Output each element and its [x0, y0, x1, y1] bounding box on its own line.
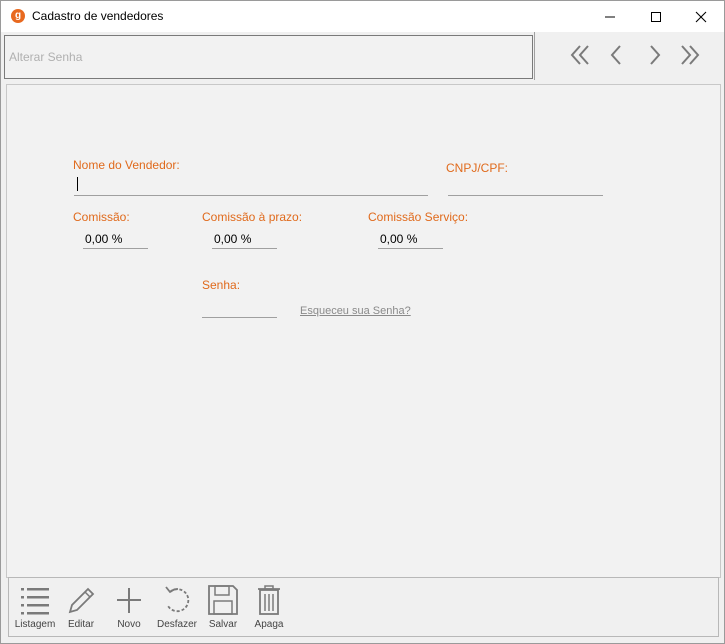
next-record-button[interactable] [641, 42, 667, 68]
next-record-icon [650, 45, 661, 65]
novo-label: Novo [117, 619, 141, 630]
nome-label: Nome do Vendedor: [73, 158, 180, 172]
nome-vendedor-input[interactable] [74, 177, 428, 196]
salvar-button[interactable]: Salvar [200, 584, 246, 634]
comissao-input[interactable] [83, 230, 148, 249]
comissao-prazo-label: Comissão à prazo: [202, 210, 303, 224]
editar-button[interactable]: Editar [58, 584, 104, 634]
previous-record-icon [610, 45, 621, 65]
main-window: g Cadastro de vendedores Alterar Senha N… [0, 0, 725, 644]
apaga-label: Apaga [254, 619, 284, 630]
app-icon: g [11, 9, 25, 23]
last-record-icon [681, 45, 700, 65]
close-button[interactable] [678, 1, 724, 32]
editar-label: Editar [67, 619, 95, 630]
comissao-servico-label: Comissão Serviço: [368, 210, 469, 224]
cnpj-label: CNPJ/CPF: [446, 161, 509, 175]
first-record-button[interactable] [568, 42, 594, 68]
maximize-button[interactable] [633, 1, 679, 32]
save-icon [208, 585, 238, 615]
apaga-button[interactable]: Apaga [246, 584, 292, 634]
last-record-button[interactable] [676, 42, 702, 68]
senha-input[interactable] [202, 299, 277, 318]
novo-button[interactable]: Novo [106, 584, 152, 634]
first-record-icon [570, 45, 589, 65]
desfazer-button[interactable]: Desfazer [154, 584, 200, 634]
status-panel: Alterar Senha [4, 35, 533, 79]
undo-icon [165, 586, 190, 613]
record-navigation [534, 32, 725, 80]
plus-icon [117, 588, 141, 613]
maximize-icon [651, 12, 661, 22]
form-panel: Nome do Vendedor: CNPJ/CPF: Comissão: Co… [6, 84, 721, 578]
top-toolbar: Alterar Senha [1, 32, 724, 80]
cnpj-cpf-input[interactable] [448, 177, 603, 196]
previous-record-button[interactable] [604, 42, 630, 68]
list-icon [21, 588, 49, 615]
pencil-icon [68, 587, 95, 614]
comissao-prazo-input[interactable] [212, 230, 277, 249]
minimize-icon [605, 16, 615, 18]
trash-icon [258, 585, 280, 615]
bottom-toolbar: Listagem Editar Novo Desfazer Salvar Apa… [8, 577, 719, 637]
close-icon [695, 11, 707, 23]
minimize-button[interactable] [587, 1, 633, 32]
desfazer-label: Desfazer [156, 619, 197, 630]
listagem-button[interactable]: Listagem [12, 584, 58, 634]
salvar-label: Salvar [208, 619, 238, 630]
comissao-servico-input[interactable] [378, 230, 443, 249]
forgot-password-link[interactable]: Esqueceu sua Senha? [300, 305, 411, 317]
listagem-label: Listagem [14, 619, 56, 630]
senha-label: Senha: [202, 278, 241, 292]
status-text: Alterar Senha [9, 50, 83, 64]
window-title: Cadastro de vendedores [32, 9, 164, 23]
comissao-label: Comissão: [73, 210, 130, 224]
text-caret [77, 177, 78, 191]
title-bar: g Cadastro de vendedores [1, 1, 724, 32]
